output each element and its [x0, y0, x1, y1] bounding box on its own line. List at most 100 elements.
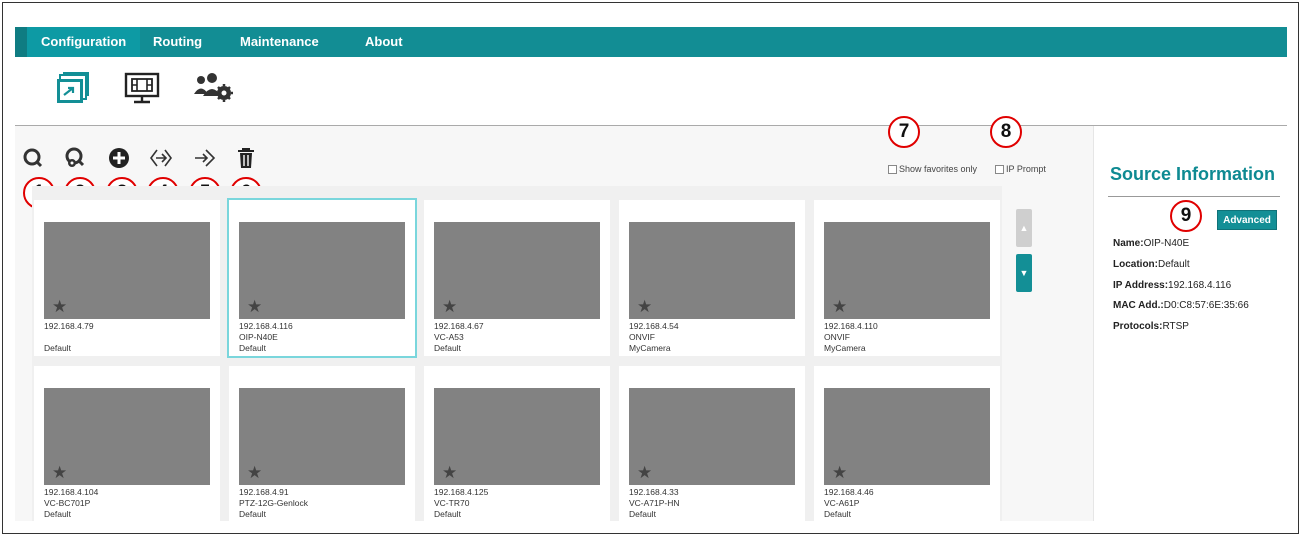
prop-location: Location:Default: [1113, 259, 1190, 270]
source-location: MyCamera: [629, 343, 671, 353]
scroll-up-button[interactable]: ▲: [1016, 209, 1032, 247]
star-icon[interactable]: ★: [832, 464, 847, 481]
source-model: VC-A71P-HN: [629, 498, 680, 508]
source-model: PTZ-12G-Genlock: [239, 498, 308, 508]
source-card[interactable]: ★ 192.168.4.125 VC-TR70 Default: [424, 366, 610, 522]
source-card[interactable]: ★ 192.168.4.91 PTZ-12G-Genlock Default: [229, 366, 415, 522]
prop-ip-value: 192.168.4.116: [1168, 280, 1232, 291]
source-thumbnail: ★: [824, 222, 990, 319]
prop-protocols-label: Protocols:: [1113, 321, 1163, 332]
source-model: [44, 332, 94, 343]
source-ip: 192.168.4.110: [824, 321, 878, 331]
source-location: Default: [434, 343, 461, 353]
star-icon[interactable]: ★: [52, 464, 67, 481]
source-ip: 192.168.4.125: [434, 487, 489, 497]
prop-mac-value: D0:C8:57:6E:35:66: [1163, 300, 1249, 311]
source-model: ONVIF: [824, 332, 850, 342]
scroll-down-button[interactable]: ▼: [1016, 254, 1032, 292]
users-settings-icon[interactable]: [192, 70, 234, 111]
prop-ip-label: IP Address:: [1113, 280, 1169, 291]
source-card[interactable]: ★ 192.168.4.46 VC-A61P Default: [814, 366, 1000, 522]
source-card[interactable]: ★ 192.168.4.79 Default: [34, 200, 220, 356]
tab-routing[interactable]: Routing: [139, 27, 216, 57]
source-thumbnail: ★: [239, 222, 405, 319]
star-icon[interactable]: ★: [442, 298, 457, 315]
source-thumbnail: ★: [629, 222, 795, 319]
source-card[interactable]: ★ 192.168.4.110 ONVIF MyCamera: [814, 200, 1000, 356]
source-card[interactable]: ★ 192.168.4.54 ONVIF MyCamera: [619, 200, 805, 356]
source-thumbnail: ★: [434, 222, 600, 319]
source-ip: 192.168.4.33: [629, 487, 679, 497]
tab-maintenance[interactable]: Maintenance: [226, 27, 333, 57]
source-ip: 192.168.4.91: [239, 487, 289, 497]
prop-name-value: OIP-N40E: [1143, 238, 1190, 249]
source-location: Default: [434, 509, 461, 519]
ip-prompt-label: IP Prompt: [1006, 164, 1046, 174]
star-icon[interactable]: ★: [637, 298, 652, 315]
prop-protocols-value: RTSP: [1162, 321, 1189, 332]
search-icon[interactable]: [21, 146, 45, 170]
source-model: ONVIF: [629, 332, 655, 342]
scan-settings-icon[interactable]: [63, 146, 87, 170]
star-icon[interactable]: ★: [247, 298, 262, 315]
star-icon[interactable]: ★: [247, 464, 262, 481]
source-location: Default: [629, 509, 656, 519]
source-ip: 192.168.4.67: [434, 321, 484, 331]
advanced-button[interactable]: Advanced: [1217, 210, 1277, 230]
source-model: VC-A61P: [824, 498, 860, 508]
source-thumbnail: ★: [629, 388, 795, 485]
source-card[interactable]: ★ 192.168.4.104 VC-BC701P Default: [34, 366, 220, 522]
star-icon[interactable]: ★: [832, 298, 847, 315]
source-thumbnail: ★: [44, 388, 210, 485]
source-model: VC-BC701P: [44, 498, 91, 508]
source-ip: 192.168.4.116: [239, 321, 293, 331]
source-ip: 192.168.4.54: [629, 321, 679, 331]
show-favorites-checkbox[interactable]: Show favorites only: [888, 164, 977, 174]
source-card[interactable]: ★ 192.168.4.116 OIP-N40E Default: [227, 198, 417, 358]
source-model: OIP-N40E: [239, 332, 278, 342]
main-navbar: Configuration Routing Maintenance About: [15, 27, 1287, 57]
checkbox-box[interactable]: [888, 164, 897, 174]
show-favorites-label: Show favorites only: [899, 164, 978, 174]
delete-icon[interactable]: [234, 146, 258, 170]
source-location: Default: [44, 343, 71, 353]
source-model: VC-TR70: [434, 498, 470, 508]
prop-mac: MAC Add.:D0:C8:57:6E:35:66: [1113, 300, 1249, 311]
tab-configuration[interactable]: Configuration: [27, 27, 141, 57]
source-info-divider: [1108, 196, 1280, 197]
tab-about[interactable]: About: [351, 27, 417, 57]
star-icon[interactable]: ★: [52, 298, 67, 315]
export-icon[interactable]: [149, 146, 173, 170]
source-grid: ★ 192.168.4.79 Default ★ 192.168.4.116 OIP…: [32, 186, 1002, 522]
callout-badge: 8: [990, 116, 1022, 148]
source-ip: 192.168.4.46: [824, 487, 874, 497]
source-info-title: Source Information: [1110, 164, 1276, 184]
source-thumbnail: ★: [44, 222, 210, 319]
add-icon[interactable]: [107, 146, 131, 170]
source-config-icon[interactable]: [56, 70, 92, 111]
prop-location-value: Default: [1158, 259, 1190, 270]
display-config-icon[interactable]: [124, 70, 160, 111]
prop-mac-label: MAC Add.:: [1113, 300, 1164, 311]
source-card[interactable]: ★ 192.168.4.67 VC-A53 Default: [424, 200, 610, 356]
source-ip: 192.168.4.79: [44, 321, 94, 331]
star-icon[interactable]: ★: [442, 464, 457, 481]
prop-name-label: Name:: [1113, 238, 1144, 249]
source-location: Default: [44, 509, 71, 519]
source-thumbnail: ★: [239, 388, 405, 485]
prop-location-label: Location:: [1113, 259, 1158, 270]
ip-prompt-checkbox[interactable]: IP Prompt: [995, 164, 1046, 174]
source-card[interactable]: ★ 192.168.4.33 VC-A71P-HN Default: [619, 366, 805, 522]
source-location: Default: [824, 509, 851, 519]
source-location: Default: [239, 343, 266, 353]
import-icon[interactable]: [192, 146, 216, 170]
callout-badge: 9: [1170, 200, 1202, 232]
callout-badge: 7: [888, 116, 920, 148]
prop-ip: IP Address:192.168.4.116: [1113, 280, 1231, 291]
prop-protocols: Protocols:RTSP: [1113, 321, 1189, 332]
star-icon[interactable]: ★: [637, 464, 652, 481]
prop-name: Name:OIP-N40E: [1113, 238, 1189, 249]
source-location: MyCamera: [824, 343, 866, 353]
checkbox-box[interactable]: [995, 164, 1004, 174]
source-ip: 192.168.4.104: [44, 487, 99, 497]
